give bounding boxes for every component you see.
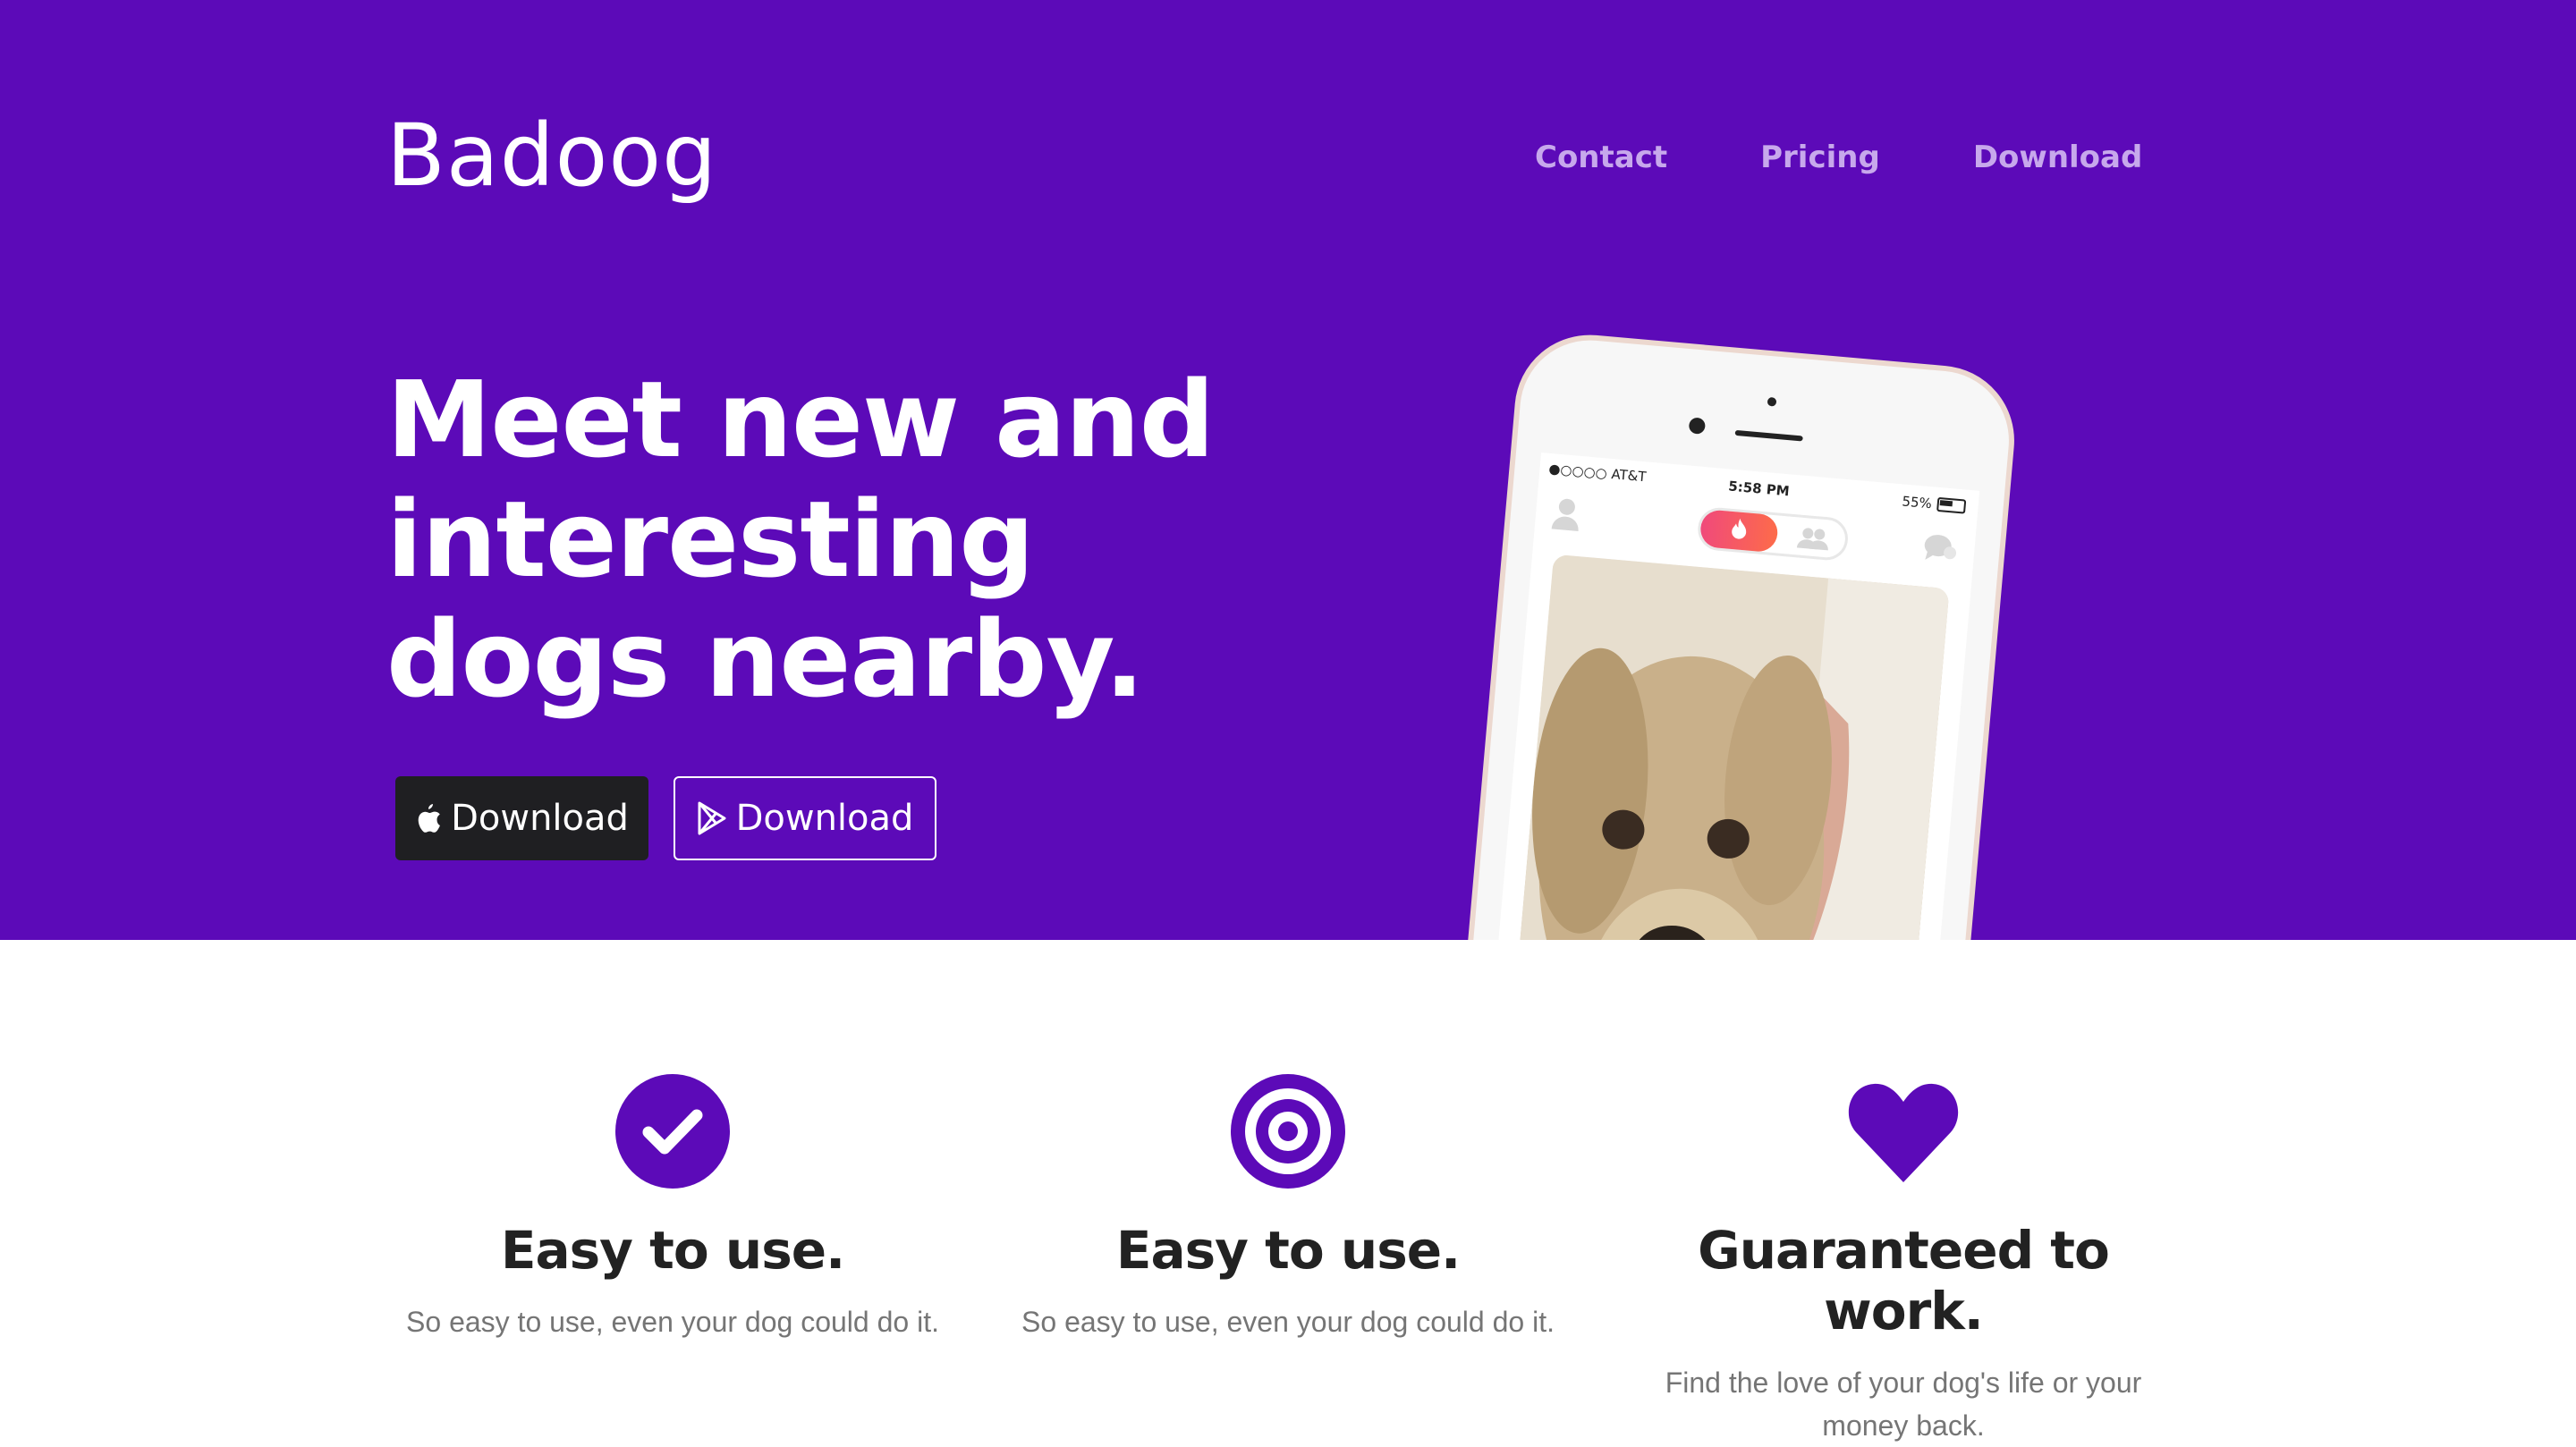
profile-icon xyxy=(1548,495,1584,537)
nav-pricing-link[interactable]: Pricing xyxy=(1760,140,1880,175)
brand-logo[interactable]: Badoog xyxy=(386,106,717,206)
phone-mockup: ●○○○○ AT&T 5:58 PM 55% xyxy=(1434,328,2021,940)
top-nav: Contact Pricing Download xyxy=(1535,140,2142,175)
battery-percent: 55% xyxy=(1901,493,1933,512)
phone-status-bar: ●○○○○ AT&T 5:58 PM 55% xyxy=(1538,458,1979,520)
google-play-download-button[interactable]: Download xyxy=(674,776,936,860)
phone-sensor xyxy=(1767,396,1777,407)
app-store-download-button[interactable]: Download xyxy=(395,776,648,860)
group-icon xyxy=(1793,525,1832,555)
nav-contact-link[interactable]: Contact xyxy=(1535,140,1667,175)
feature-title: Guaranteed to work. xyxy=(1698,1220,2110,1341)
clock-label: 5:58 PM xyxy=(1727,478,1791,500)
battery-icon xyxy=(1936,496,1967,514)
flame-toggle-option xyxy=(1699,508,1779,554)
flame-icon xyxy=(1729,516,1750,546)
app-store-download-label: Download xyxy=(451,798,629,839)
phone-speaker xyxy=(1734,429,1803,442)
dog-profile-photo xyxy=(1499,554,1950,940)
feature-title: Easy to use. xyxy=(1115,1220,1461,1281)
phone-screen: ●○○○○ AT&T 5:58 PM 55% xyxy=(1477,453,1980,940)
google-play-icon xyxy=(697,801,727,835)
google-play-download-label: Download xyxy=(735,798,914,839)
battery-indicator: 55% xyxy=(1902,493,1967,514)
mode-toggle xyxy=(1696,505,1850,563)
apple-icon xyxy=(415,802,442,834)
feature-card: Easy to use. So easy to use, even your d… xyxy=(386,1073,959,1343)
feature-text: So easy to use, even your dog could do i… xyxy=(1021,1306,1555,1338)
hero-section: Badoog Contact Pricing Download Meet new… xyxy=(0,0,2576,940)
nav-download-link[interactable]: Download xyxy=(1973,140,2143,175)
chat-icon xyxy=(1921,531,1960,571)
feature-card: Guaranteed to work. Find the love of you… xyxy=(1617,1073,2190,1447)
feature-text: So easy to use, even your dog could do i… xyxy=(406,1306,939,1338)
carrier-label: ●○○○○ AT&T xyxy=(1547,460,1648,486)
check-circle-icon xyxy=(615,1074,730,1189)
feature-card: Easy to use. So easy to use, even your d… xyxy=(1002,1073,1574,1343)
phone-camera xyxy=(1688,417,1707,435)
feature-title: Easy to use. xyxy=(500,1220,845,1281)
heart-icon xyxy=(1848,1083,1959,1182)
feature-text: Find the love of your dog's life or your… xyxy=(1665,1367,2142,1442)
hero-headline: Meet new and interesting dogs nearby. xyxy=(386,358,1215,721)
target-icon xyxy=(1231,1074,1345,1189)
